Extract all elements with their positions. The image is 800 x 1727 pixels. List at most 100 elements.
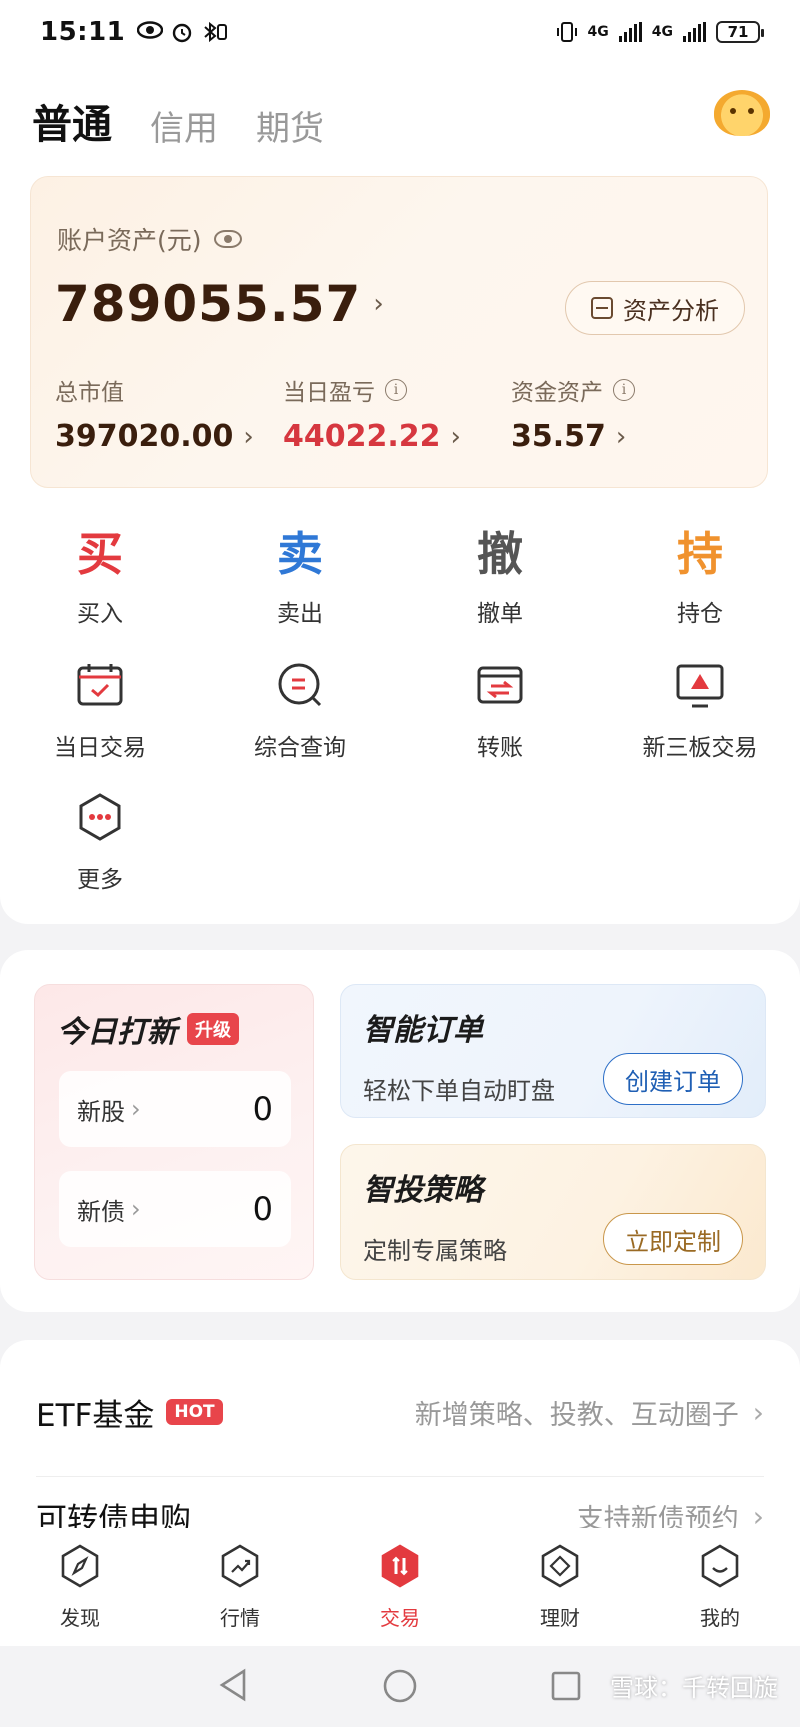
status-bar: 15:11 4G 4G 71 — [0, 0, 800, 64]
ipo-title-row: 今日打新 升级 — [57, 1007, 239, 1051]
account-tabs: 普通 信用 期货 — [32, 92, 324, 150]
list-item-title: ETF基金 — [36, 1397, 155, 1434]
nav-discover[interactable]: 发现 — [0, 1528, 160, 1646]
status-time: 15:11 — [40, 17, 126, 47]
list-item-desc: 新增策略、投教、互动圈子 — [414, 1399, 739, 1431]
eye-toggle-icon[interactable] — [213, 230, 242, 248]
asset-total[interactable]: 789055.57 › — [55, 275, 385, 333]
ipo-row-value: 0 — [252, 1090, 273, 1128]
nav-label: 行情 — [220, 1606, 260, 1630]
watermark: 雪球：千转回旋 — [610, 1674, 778, 1702]
back-icon[interactable] — [218, 1668, 248, 1702]
tab-credit[interactable]: 信用 — [150, 101, 218, 150]
action-cancel-order[interactable]: 撤 撤单 — [420, 526, 580, 628]
stat-value: 44022.22 — [283, 419, 441, 454]
chevron-right-icon: › — [752, 1395, 764, 1429]
asset-label-row: 账户资产(元) — [57, 221, 242, 257]
network-label-1: 4G — [587, 24, 609, 40]
profile-icon — [701, 1544, 739, 1588]
customize-now-button[interactable]: 立即定制 — [603, 1213, 743, 1265]
nav-label: 交易 — [380, 1606, 420, 1630]
action-label: 综合查询 — [254, 735, 346, 761]
bottom-nav: 发现 行情 交易 理财 我的 — [0, 1528, 800, 1646]
ipo-row-label: 新股 — [77, 1097, 125, 1126]
action-sell[interactable]: 卖 卖出 — [220, 526, 380, 628]
analysis-icon — [591, 297, 613, 319]
stat-label: 总市值 — [55, 380, 124, 406]
signal-icon-2 — [683, 22, 706, 42]
chevron-right-icon: › — [131, 1095, 141, 1123]
mascot-avatar-icon[interactable] — [714, 90, 770, 136]
holdings-glyph-icon: 持 — [677, 527, 723, 581]
nav-market[interactable]: 行情 — [160, 1528, 320, 1646]
ipo-card[interactable]: 今日打新 升级 新股 › 0 新债 › 0 — [34, 984, 314, 1280]
compass-icon — [61, 1544, 99, 1588]
ipo-row-value: 0 — [252, 1190, 273, 1228]
nav-trade[interactable]: 交易 — [320, 1528, 480, 1646]
account-asset-card: 账户资产(元) 789055.57 › 资产分析 总市值 397020.00 › … — [30, 176, 768, 488]
info-icon[interactable]: i — [613, 379, 635, 401]
action-label: 撤单 — [477, 601, 523, 627]
status-right: 4G 4G 71 — [556, 21, 764, 43]
chevron-right-icon: › — [373, 289, 385, 319]
action-label: 卖出 — [277, 601, 323, 627]
sell-glyph-icon: 卖 — [277, 527, 323, 581]
action-neeq-trade[interactable]: 新三板交易 — [620, 660, 780, 762]
bluetooth-icon — [204, 21, 228, 43]
action-transfer[interactable]: 转账 — [420, 660, 580, 762]
ipo-row-label: 新债 — [77, 1197, 125, 1226]
action-buy[interactable]: 买 买入 — [20, 526, 180, 628]
strategy-title: 智投策略 — [363, 1173, 483, 1208]
chevron-right-icon: › — [243, 421, 254, 452]
nav-label: 我的 — [700, 1606, 740, 1630]
action-daily-trades[interactable]: 当日交易 — [20, 660, 180, 762]
info-icon[interactable]: i — [385, 379, 407, 401]
battery-icon: 71 — [716, 21, 764, 43]
action-label: 更多 — [77, 867, 123, 893]
smart-order-subtitle: 轻松下单自动盯盘 — [363, 1077, 555, 1105]
cancel-glyph-icon: 撤 — [477, 527, 523, 581]
strategy-subtitle: 定制专属策略 — [363, 1237, 507, 1265]
strategy-card[interactable]: 智投策略 定制专属策略 立即定制 — [340, 1144, 766, 1280]
battery-level: 71 — [727, 23, 749, 41]
ipo-title: 今日打新 — [57, 1015, 177, 1050]
alarm-icon — [173, 23, 192, 43]
stat-cash-asset[interactable]: 资金资产 i 35.57 › — [511, 373, 635, 454]
action-query[interactable]: 综合查询 — [220, 660, 380, 762]
upgrade-badge: 升级 — [187, 1013, 239, 1045]
calendar-check-icon — [77, 664, 123, 706]
search-query-icon — [278, 663, 322, 707]
asset-analysis-button[interactable]: 资产分析 — [565, 281, 745, 335]
action-label: 新三板交易 — [642, 735, 758, 761]
action-label: 当日交易 — [54, 735, 146, 761]
action-holdings[interactable]: 持 持仓 — [620, 526, 780, 628]
chevron-right-icon: › — [615, 421, 627, 452]
tab-futures[interactable]: 期货 — [256, 101, 324, 150]
smart-order-card[interactable]: 智能订单 轻松下单自动盯盘 创建订单 — [340, 984, 766, 1118]
monitor-icon — [676, 664, 724, 708]
asset-analysis-label: 资产分析 — [623, 296, 719, 325]
asset-label: 账户资产(元) — [57, 226, 202, 255]
stat-label: 资金资产 — [511, 380, 603, 406]
eye-icon — [137, 21, 164, 39]
ipo-row-bonds[interactable]: 新债 › 0 — [59, 1171, 291, 1247]
nav-mine[interactable]: 我的 — [640, 1528, 800, 1646]
vibrate-icon — [556, 22, 577, 42]
status-left-icons — [137, 21, 228, 43]
home-icon[interactable] — [382, 1668, 418, 1704]
ipo-row-stocks[interactable]: 新股 › 0 — [59, 1071, 291, 1147]
stat-daily-pnl[interactable]: 当日盈亏 i 44022.22 › — [283, 373, 461, 454]
diamond-icon — [541, 1544, 579, 1588]
system-nav-bar: 雪球：千转回旋 — [0, 1646, 800, 1727]
trade-icon — [381, 1544, 419, 1588]
stat-market-value[interactable]: 总市值 397020.00 › — [55, 373, 254, 454]
tab-normal[interactable]: 普通 — [32, 92, 112, 150]
nav-wealth[interactable]: 理财 — [480, 1528, 640, 1646]
recents-icon[interactable] — [550, 1670, 582, 1702]
stat-value: 35.57 — [511, 419, 606, 454]
action-more[interactable]: 更多 — [20, 792, 180, 894]
list-item-etf[interactable]: ETF基金 HOT 新增策略、投教、互动圈子 › — [36, 1372, 764, 1452]
trend-icon — [221, 1544, 259, 1588]
signal-icon — [618, 22, 642, 42]
create-order-button[interactable]: 创建订单 — [603, 1053, 743, 1105]
